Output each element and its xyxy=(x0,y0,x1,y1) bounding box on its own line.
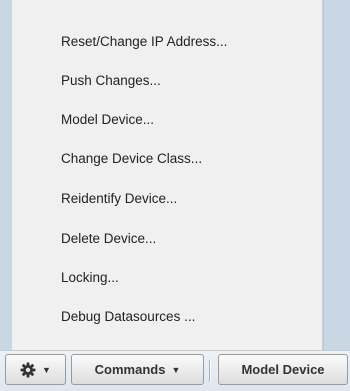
commands-dropdown-menu: Reset/Change IP Address... Push Changes.… xyxy=(12,0,323,350)
menu-item-model-device[interactable]: Model Device... xyxy=(12,106,322,134)
caret-down-icon: ▼ xyxy=(171,364,181,375)
background-panel-right xyxy=(323,0,350,350)
menu-item-delete-device[interactable]: Delete Device... xyxy=(12,225,322,253)
bottom-toolbar: ▼ Commands ▼ Model Device xyxy=(0,350,350,391)
commands-button-label: Commands xyxy=(94,362,166,377)
commands-button[interactable]: Commands ▼ xyxy=(71,354,204,385)
menu-item-reidentify-device[interactable]: Reidentify Device... xyxy=(12,185,322,213)
gear-icon xyxy=(20,362,36,378)
toolbar-separator xyxy=(209,360,211,382)
menu-item-reset-change-ip[interactable]: Reset/Change IP Address... xyxy=(12,28,322,56)
menu-item-debug-datasources[interactable]: Debug Datasources ... xyxy=(12,303,322,331)
menu-item-locking[interactable]: Locking... xyxy=(12,264,322,292)
model-device-button[interactable]: Model Device xyxy=(218,354,348,385)
gear-menu-button[interactable]: ▼ xyxy=(5,354,66,385)
menu-item-change-device-class[interactable]: Change Device Class... xyxy=(12,145,322,173)
caret-down-icon: ▼ xyxy=(42,364,51,375)
menu-item-push-changes[interactable]: Push Changes... xyxy=(12,67,322,95)
model-device-button-label: Model Device xyxy=(241,362,325,377)
